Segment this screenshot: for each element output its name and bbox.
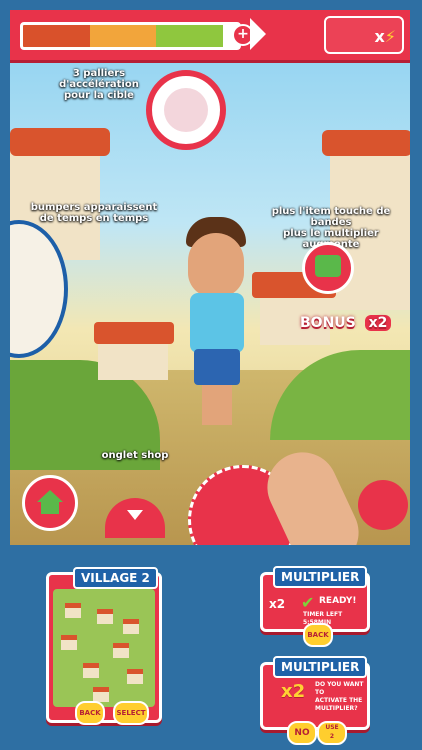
bonus-value: x2 <box>364 315 392 331</box>
top-hud: + x⚡ <box>10 10 410 60</box>
home-button[interactable] <box>22 475 78 531</box>
character-shirt <box>190 293 244 353</box>
village-house <box>127 669 143 684</box>
multiplier-no-button[interactable]: NO <box>287 721 317 745</box>
label-shop-tab: onglet shop <box>101 450 169 461</box>
multiplier-value-1: x2 <box>269 597 286 611</box>
character-head <box>188 233 244 297</box>
target-item-icon <box>164 88 208 132</box>
village-house <box>65 603 81 618</box>
village-house <box>61 635 77 650</box>
village-panel: VILLAGE 2 BACK SELECT <box>46 567 162 725</box>
house-mid-left <box>98 340 168 380</box>
village-house <box>123 619 139 634</box>
arrow-icon <box>250 18 266 50</box>
multiplier-label: x <box>374 27 385 46</box>
progress-bar <box>20 22 241 50</box>
character-shorts <box>194 349 240 385</box>
roof-right <box>322 130 410 156</box>
village-house <box>113 643 129 658</box>
game-screen: + x⚡ 3 palliers d'accélération pour la c… <box>10 10 410 545</box>
multiplier-title-2: MULTIPLIER <box>273 656 368 678</box>
ready-text: READY! <box>319 596 357 606</box>
multiplier-back-button[interactable]: BACK <box>303 623 333 647</box>
village-select-button[interactable]: SELECT <box>113 701 149 725</box>
multiplier-button[interactable]: x⚡ <box>324 16 404 54</box>
progress-seg-2 <box>89 25 157 47</box>
village-house <box>83 663 99 678</box>
multiplier-panel-ready: MULTIPLIER x2 ✔ READY! TIMER LEFT 5:58MI… <box>260 566 370 647</box>
chevron-down-icon <box>127 510 143 520</box>
roof-mid-left <box>94 322 174 344</box>
bonus-text: BONUS <box>300 315 356 331</box>
activate-question: DO YOU WANT TO ACTIVATE THE MULTIPLIER? <box>315 681 364 712</box>
progress-seg-1 <box>23 25 90 47</box>
roof-left <box>10 128 110 156</box>
lightning-icon: ⚡ <box>384 27 396 46</box>
use-count: 2 <box>329 733 335 740</box>
puzzle-item-button[interactable] <box>302 242 354 294</box>
village-back-button[interactable]: BACK <box>75 701 105 725</box>
puzzle-icon <box>315 255 341 277</box>
village-title: VILLAGE 2 <box>73 567 158 589</box>
home-icon <box>37 490 63 514</box>
shop-tab[interactable] <box>105 498 165 538</box>
village-house <box>93 687 109 702</box>
multiplier-use-button[interactable]: USE 2 <box>317 721 347 745</box>
village-map[interactable] <box>53 589 155 707</box>
multiplier-title-1: MULTIPLIER <box>273 566 368 588</box>
check-icon: ✔ <box>301 593 315 612</box>
use-label: USE <box>325 724 339 731</box>
multiplier-panel-activate: MULTIPLIER x2 DO YOU WANT TO ACTIVATE TH… <box>260 656 370 745</box>
character-legs <box>202 385 232 425</box>
village-house <box>97 609 113 624</box>
progress-seg-3 <box>156 25 223 47</box>
bonus-indicator: BONUS x2 <box>296 315 392 331</box>
label-bumpers: bumpers apparaissent de temps en temps <box>30 202 158 224</box>
right-action-button[interactable] <box>358 480 408 530</box>
multiplier-value-2: x2 <box>281 681 306 702</box>
label-acceleration: 3 palliers d'accélération pour la cible <box>59 68 139 101</box>
